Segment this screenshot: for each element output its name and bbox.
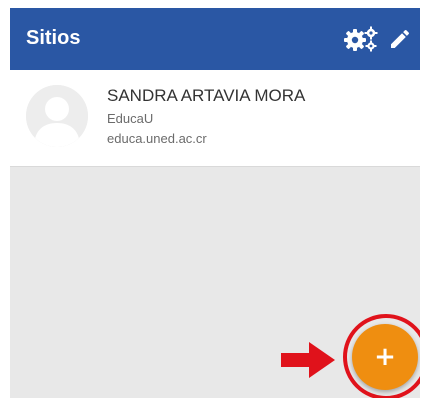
- add-site-button[interactable]: +: [352, 324, 418, 390]
- red-arrow-right-icon: [281, 342, 335, 378]
- pencil-icon: [391, 29, 410, 48]
- site-list-item[interactable]: SANDRA ARTAVIA MORA EducaU educa.uned.ac…: [10, 70, 420, 167]
- settings-button[interactable]: [343, 25, 379, 53]
- app-screen: Sitios SANDRA ARTAVIA MORA EducaU educa.…: [10, 8, 420, 398]
- site-organization: EducaU: [107, 111, 154, 126]
- avatar: [26, 85, 88, 147]
- add-icon: +: [374, 342, 396, 372]
- edit-button[interactable]: [386, 25, 414, 53]
- page-title: Sitios: [26, 27, 81, 49]
- settings-icon: [344, 26, 378, 52]
- site-user-name: SANDRA ARTAVIA MORA: [107, 86, 306, 105]
- app-bar: Sitios: [10, 8, 420, 70]
- site-url: educa.uned.ac.cr: [107, 131, 207, 146]
- default-user-avatar-icon: [26, 85, 88, 147]
